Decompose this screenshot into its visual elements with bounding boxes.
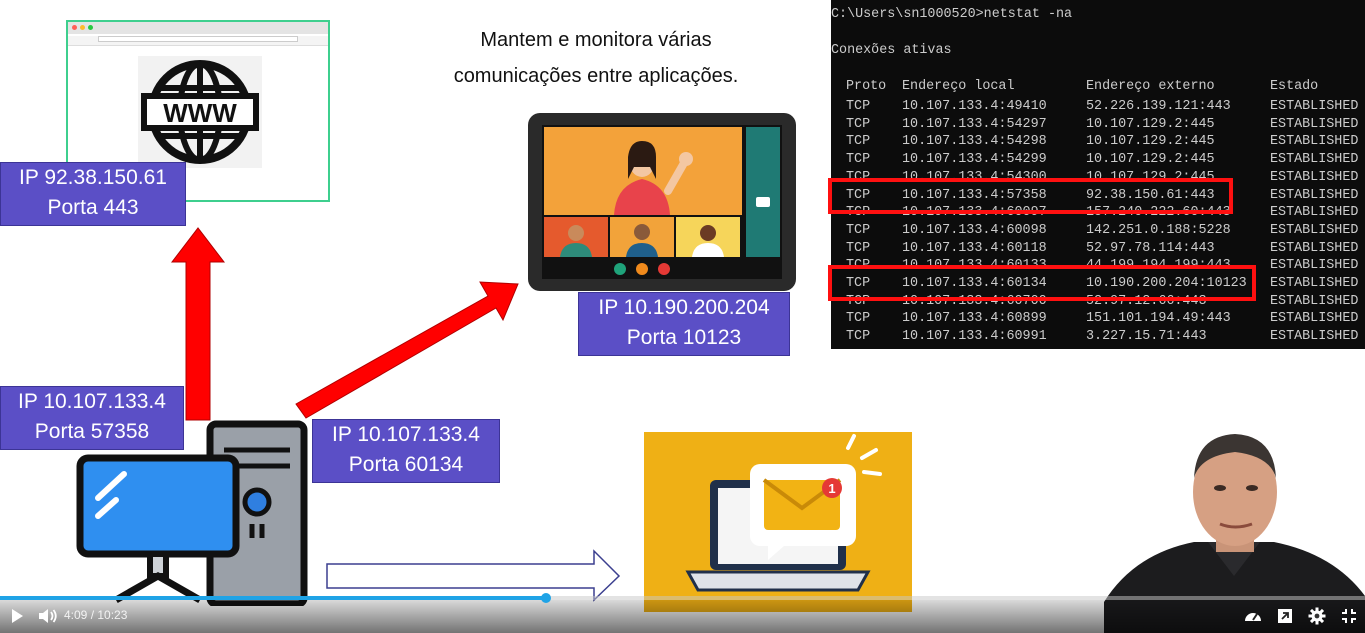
connection-external: 142.251.0.188:5228: [1086, 222, 1231, 238]
connection-external: 10.107.129.2:445: [1086, 152, 1215, 168]
svg-text:1: 1: [828, 481, 835, 496]
time-display: 4:09 / 10:23: [64, 608, 128, 622]
connection-state: ESTABLISHED: [1270, 205, 1359, 221]
video-port: Porta 10123: [626, 326, 742, 349]
play-icon: [12, 609, 23, 623]
connection-state: ESTABLISHED: [1270, 116, 1359, 132]
picture-in-picture-button[interactable]: [1272, 604, 1298, 628]
connection-local: 10.107.133.4:60098: [902, 222, 1047, 238]
connection-proto: TCP: [846, 240, 871, 256]
client-a-ip: IP 10.107.133.4: [18, 390, 166, 413]
header-local: Endereço local: [902, 79, 1015, 94]
main-participant-tile: [544, 127, 742, 215]
progress-played: [0, 596, 546, 600]
server-port: Porta 443: [47, 196, 139, 219]
video-ip: IP 10.190.200.204: [598, 296, 770, 319]
connection-local: 10.107.133.4:54297: [902, 116, 1047, 132]
connection-external: 52.97.78.114:443: [1086, 240, 1215, 256]
caption-line-2: comunicações entre aplicações.: [453, 65, 739, 87]
connection-proto: TCP: [846, 152, 871, 168]
volume-icon: [39, 609, 57, 623]
connection-external: 151.101.194.49:443: [1086, 311, 1231, 327]
participant-tile-1: [544, 217, 608, 257]
chat-panel: [746, 127, 780, 257]
volume-button[interactable]: [35, 604, 61, 628]
connection-proto: TCP: [846, 222, 871, 238]
terminal-header-row: Proto Endereço local Endereço externo Es…: [831, 79, 1365, 97]
netstat-terminal: C:\Users\sn1000520>netstat -na Conexões …: [828, 0, 1365, 349]
connection-state: ESTABLISHED: [1270, 258, 1359, 274]
connection-state: ESTABLISHED: [1270, 240, 1359, 256]
participant-tile-3: [676, 217, 740, 257]
connection-row: TCP 10.107.133.4:54298 10.107.129.2:445 EST…: [831, 134, 1365, 152]
connection-proto: TCP: [846, 311, 871, 327]
client-b-ip: IP 10.107.133.4: [332, 423, 480, 446]
connection-local: 10.107.133.4:49410: [902, 99, 1047, 114]
playback-speed-button[interactable]: [1240, 604, 1266, 628]
connection-row: TCP 10.107.133.4:49410 52.226.139.121:443 E…: [831, 99, 1365, 117]
desktop-computer-icon: [76, 420, 308, 606]
settings-button[interactable]: [1304, 604, 1330, 628]
video-address-label: IP 10.190.200.204 Porta 10123: [578, 292, 790, 356]
connection-external: 10.107.129.2:445: [1086, 116, 1215, 132]
connection-external: 3.227.15.71:443: [1086, 329, 1207, 345]
connection-local: 10.107.133.4:60899: [902, 311, 1047, 327]
video-frame[interactable]: WWW IP 92.38.150.61 Porta 443 IP 10.190.…: [0, 0, 1365, 633]
caption-line-1: Mantem e monitora várias: [480, 29, 712, 51]
connection-row: TCP 10.107.133.4:60991 3.227.15.71:443 ESTA…: [831, 329, 1365, 347]
progress-scrubber[interactable]: [541, 593, 551, 603]
connection-state: ESTABLISHED: [1270, 187, 1359, 203]
connection-external: 10.107.129.2:445: [1086, 134, 1215, 150]
speed-icon: [1245, 613, 1261, 621]
connection-proto: TCP: [846, 116, 871, 132]
server-address-label: IP 92.38.150.61 Porta 443: [0, 162, 186, 226]
play-button[interactable]: [4, 604, 30, 628]
highlight-box-60134: [828, 265, 1256, 301]
call-controls: [614, 263, 670, 275]
connection-local: 10.107.133.4:54299: [902, 152, 1047, 168]
exit-fullscreen-button[interactable]: [1336, 604, 1362, 628]
connection-local: 10.107.133.4:54298: [902, 134, 1047, 150]
server-ip: IP 92.38.150.61: [19, 166, 167, 189]
connection-state: ESTABLISHED: [1270, 329, 1359, 345]
connection-proto: TCP: [846, 329, 871, 345]
gear-icon: [1308, 607, 1326, 625]
connection-state: ESTABLISHED: [1270, 152, 1359, 168]
connection-row: TCP 10.107.133.4:54299 10.107.129.2:445 EST…: [831, 152, 1365, 170]
client-b-address-label: IP 10.107.133.4 Porta 60134: [312, 419, 500, 483]
highlight-box-57358: [828, 178, 1233, 214]
header-external: Endereço externo: [1086, 79, 1215, 94]
video-call-tablet-icon: [528, 113, 796, 291]
connection-row: TCP 10.107.133.4:60118 52.97.78.114:443 EST…: [831, 241, 1365, 259]
header-state: Estado: [1270, 79, 1319, 94]
connection-proto: TCP: [846, 99, 871, 114]
connection-state: ESTABLISHED: [1270, 293, 1359, 309]
connection-state: ESTABLISHED: [1270, 276, 1359, 291]
connection-local: 10.107.133.4:60991: [902, 329, 1047, 345]
connection-state: ESTABLISHED: [1270, 169, 1359, 185]
connection-row: TCP 10.107.133.4:60098 142.251.0.188:5228 E…: [831, 223, 1365, 241]
player-control-bar: [0, 600, 1365, 633]
connection-row: TCP 10.107.133.4:60899 151.101.194.49:443 E…: [831, 311, 1365, 329]
terminal-prompt: C:\Users\sn1000520>netstat -na: [831, 7, 1073, 22]
terminal-section-title: Conexões ativas: [831, 43, 952, 58]
client-b-port: Porta 60134: [348, 453, 464, 476]
diagonal-arrow: [295, 281, 519, 419]
connection-proto: TCP: [846, 134, 871, 150]
connection-state: ESTABLISHED: [1270, 99, 1359, 114]
connection-external: 52.226.139.121:443: [1086, 99, 1231, 114]
connection-state: ESTABLISHED: [1270, 222, 1359, 238]
tablet-screen: [542, 125, 782, 279]
slide-caption: Mantem e monitora várias comunicações en…: [448, 22, 744, 94]
picture-in-picture-icon: [1278, 609, 1292, 623]
connection-state: ESTABLISHED: [1270, 311, 1359, 327]
participant-tile-2: [610, 217, 674, 257]
outline-arrow: [326, 549, 621, 602]
header-proto: Proto: [846, 79, 887, 94]
connection-local: 10.107.133.4:60118: [902, 240, 1047, 256]
laptop-mail-notification-icon: 1: [644, 432, 912, 612]
connection-state: ESTABLISHED: [1270, 134, 1359, 150]
exit-fullscreen-icon: [1342, 609, 1356, 623]
connection-row: TCP 10.107.133.4:54297 10.107.129.2:445 EST…: [831, 117, 1365, 135]
